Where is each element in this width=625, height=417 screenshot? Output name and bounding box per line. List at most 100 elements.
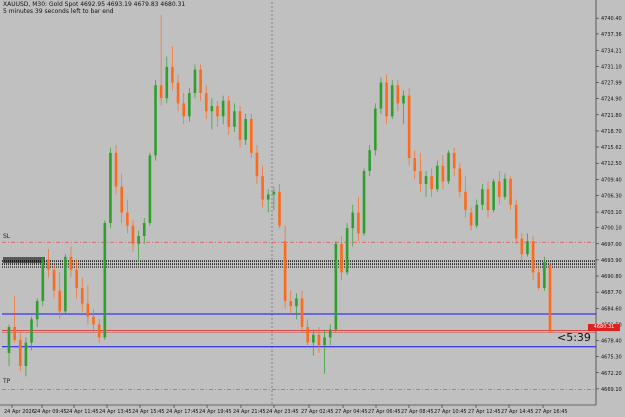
candle-body bbox=[109, 152, 112, 223]
price-tick-label: 4700.10 bbox=[601, 226, 622, 232]
sl-label: SL bbox=[3, 233, 11, 240]
price-tick-label: 4721.80 bbox=[601, 113, 622, 119]
candle-body bbox=[35, 301, 39, 320]
price-tick-label: 4709.40 bbox=[601, 177, 622, 183]
time-tick-label: 24 Apr 21:45 bbox=[233, 409, 266, 415]
candle-body bbox=[497, 181, 501, 197]
candle-body bbox=[24, 342, 28, 366]
candle-body bbox=[204, 93, 208, 112]
candle-body bbox=[283, 241, 287, 301]
candle-body bbox=[75, 269, 78, 288]
candle-body bbox=[526, 241, 529, 255]
candle-body bbox=[86, 303, 90, 317]
price-chart[interactable]: 4740.40 4737.36 4734.21 4731.10 4727.99 4724.… bbox=[0, 0, 625, 417]
price-tick-label: 4718.70 bbox=[601, 129, 622, 135]
candle-body bbox=[413, 158, 417, 171]
candle-body bbox=[114, 152, 118, 187]
time-tick-label: 27 Apr 16:45 bbox=[535, 409, 568, 415]
time-tick-label: 27 Apr 10:45 bbox=[434, 409, 467, 415]
candle-body bbox=[137, 236, 140, 244]
price-tick-label: 4731.10 bbox=[601, 64, 622, 70]
time-tick-label: 27 Apr 14:45 bbox=[501, 409, 534, 415]
candle-body bbox=[159, 85, 163, 99]
price-tick-label: 4669.10 bbox=[601, 387, 622, 393]
price-tick-label: 4697.00 bbox=[601, 242, 622, 248]
time-tick-label: 24 Apr 09:45 bbox=[34, 409, 67, 415]
candle-body bbox=[13, 327, 16, 340]
candle-body bbox=[193, 69, 197, 93]
candle-body bbox=[131, 225, 135, 244]
candle-body bbox=[210, 106, 214, 112]
candle-body bbox=[323, 337, 326, 346]
candle-body bbox=[430, 176, 433, 190]
candle-body bbox=[509, 178, 512, 205]
time-tick-label: 24 Apr 13:45 bbox=[99, 409, 132, 415]
candle-body bbox=[407, 95, 411, 158]
candle-body bbox=[458, 168, 462, 192]
price-tick-label: 4724.90 bbox=[601, 97, 622, 103]
candle-body bbox=[520, 238, 524, 255]
black-level-marker bbox=[3, 257, 45, 264]
candle-body bbox=[312, 334, 315, 343]
tp-label: TP bbox=[3, 378, 11, 385]
price-tick-label: 4715.62 bbox=[601, 145, 622, 151]
candle-body bbox=[221, 100, 225, 117]
candle-body bbox=[362, 171, 366, 234]
price-tick-label: 4706.30 bbox=[601, 193, 622, 199]
candle-body bbox=[441, 165, 445, 182]
time-tick-label: 24 Apr 15:45 bbox=[132, 409, 165, 415]
candle-body bbox=[188, 93, 191, 117]
candle-body bbox=[537, 272, 541, 288]
candle-body bbox=[233, 111, 236, 127]
candle-body bbox=[126, 212, 129, 226]
candle-body bbox=[424, 176, 428, 184]
candle-body bbox=[328, 329, 332, 338]
candle-body bbox=[171, 67, 174, 83]
candle-body bbox=[419, 171, 422, 184]
chart-title: XAUUSD, M30: Gold Spot 4692.95 4693.19 4… bbox=[3, 1, 186, 8]
candle-body bbox=[52, 269, 56, 291]
candle-body bbox=[340, 243, 343, 273]
price-tick-label: 4727.99 bbox=[601, 81, 622, 87]
candle-body bbox=[165, 67, 169, 99]
price-tick-label: 4675.30 bbox=[601, 355, 622, 361]
candle-body bbox=[357, 212, 360, 234]
candle-body bbox=[514, 204, 518, 239]
candle-body bbox=[199, 69, 202, 93]
candle-body bbox=[41, 259, 45, 301]
candle-body bbox=[548, 265, 552, 331]
current-price-tag: 4680.31 bbox=[588, 324, 620, 331]
price-tick-label: 4690.80 bbox=[601, 274, 622, 280]
candle-body bbox=[69, 256, 73, 270]
time-tick-label: 24 Apr 11:45 bbox=[66, 409, 99, 415]
candle-body bbox=[272, 191, 276, 195]
candle-body bbox=[120, 186, 124, 213]
candle-body bbox=[543, 262, 546, 288]
candle-body bbox=[374, 108, 377, 151]
candle-body bbox=[368, 150, 371, 171]
candle-body bbox=[30, 319, 33, 343]
price-tick-label: 4703.10 bbox=[601, 210, 622, 216]
candle-body bbox=[238, 111, 242, 140]
candle-body bbox=[464, 191, 467, 210]
time-tick-label: 24 Apr 23:45 bbox=[266, 409, 299, 415]
price-tick-label: 4684.60 bbox=[601, 306, 622, 312]
candle-body bbox=[182, 103, 185, 117]
candle-body bbox=[295, 298, 298, 307]
price-tick-label: 4737.36 bbox=[601, 32, 622, 38]
time-tick-label: 24 Apr 2026 bbox=[4, 409, 35, 415]
candle-body bbox=[18, 340, 22, 366]
candle-body bbox=[334, 243, 338, 330]
candle-body bbox=[475, 204, 479, 226]
candle-body bbox=[244, 119, 247, 140]
candle-body bbox=[531, 241, 535, 273]
chart-area[interactable]: 4740.40 4737.36 4734.21 4731.10 4727.99 4724.… bbox=[0, 0, 625, 417]
current-price-value: 4680.31 bbox=[593, 324, 615, 330]
candle-body bbox=[486, 189, 490, 210]
candle-body bbox=[306, 327, 309, 343]
price-tick-label: 4687.70 bbox=[601, 290, 622, 296]
candle-body bbox=[97, 324, 101, 338]
candle-body bbox=[142, 223, 146, 236]
candle-body bbox=[7, 327, 11, 353]
candle-body bbox=[154, 85, 157, 156]
